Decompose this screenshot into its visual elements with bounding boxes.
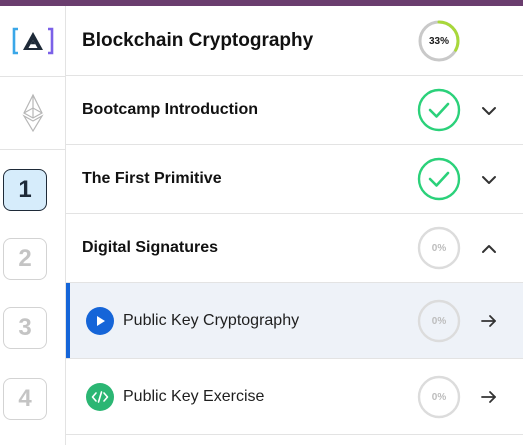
lesson-progress-ring: 0% xyxy=(417,299,461,343)
unit-4-button[interactable]: 4 xyxy=(3,378,47,420)
section-bootcamp-introduction[interactable]: Bootcamp Introduction xyxy=(66,76,523,145)
course-progress-label: 33% xyxy=(428,35,449,47)
unit-number: 2 xyxy=(18,245,32,272)
check-circle-icon xyxy=(417,157,461,201)
arrow-right-icon[interactable] xyxy=(478,386,500,408)
section-title: Digital Signatures xyxy=(82,239,219,256)
lesson-progress-ring: 0% xyxy=(417,375,461,419)
unit-3-button[interactable]: 3 xyxy=(3,307,47,349)
section-progress-ring: 0% xyxy=(417,226,461,270)
chevron-down-icon[interactable] xyxy=(478,169,500,191)
unit-2-button[interactable]: 2 xyxy=(3,238,47,280)
alchemy-logo-icon[interactable] xyxy=(0,6,66,76)
section-progress-label: 0% xyxy=(431,242,447,254)
lesson-title: Public Key Cryptography xyxy=(123,311,300,329)
code-icon xyxy=(86,383,114,411)
section-title: The First Primitive xyxy=(82,170,222,187)
lesson-public-key-cryptography[interactable]: Public Key Cryptography 0% xyxy=(66,283,523,359)
lesson-progress-label: 0% xyxy=(431,315,447,327)
course-header: Blockchain Cryptography 33% xyxy=(66,6,523,76)
check-circle-icon xyxy=(417,88,461,132)
play-icon xyxy=(86,307,114,335)
unit-number: 1 xyxy=(18,176,32,203)
course-outline: Blockchain Cryptography 33% Bootcamp Int… xyxy=(66,6,523,445)
chevron-down-icon[interactable] xyxy=(478,100,500,122)
unit-rail: 1 2 3 4 xyxy=(0,6,66,445)
ethereum-icon[interactable] xyxy=(0,76,66,150)
section-digital-signatures[interactable]: Digital Signatures 0% xyxy=(66,214,523,283)
section-the-first-primitive[interactable]: The First Primitive xyxy=(66,145,523,214)
lesson-progress-label: 0% xyxy=(431,391,447,403)
course-title: Blockchain Cryptography xyxy=(82,29,314,51)
section-title: Bootcamp Introduction xyxy=(82,101,258,118)
lesson-public-key-exercise[interactable]: Public Key Exercise 0% xyxy=(66,359,523,435)
course-progress-ring: 33% xyxy=(417,19,461,63)
unit-number: 3 xyxy=(18,314,32,341)
unit-number: 4 xyxy=(18,385,32,412)
chevron-up-icon[interactable] xyxy=(478,238,500,260)
lesson-title: Public Key Exercise xyxy=(123,387,265,405)
unit-1-button[interactable]: 1 xyxy=(3,169,47,211)
arrow-right-icon[interactable] xyxy=(478,310,500,332)
